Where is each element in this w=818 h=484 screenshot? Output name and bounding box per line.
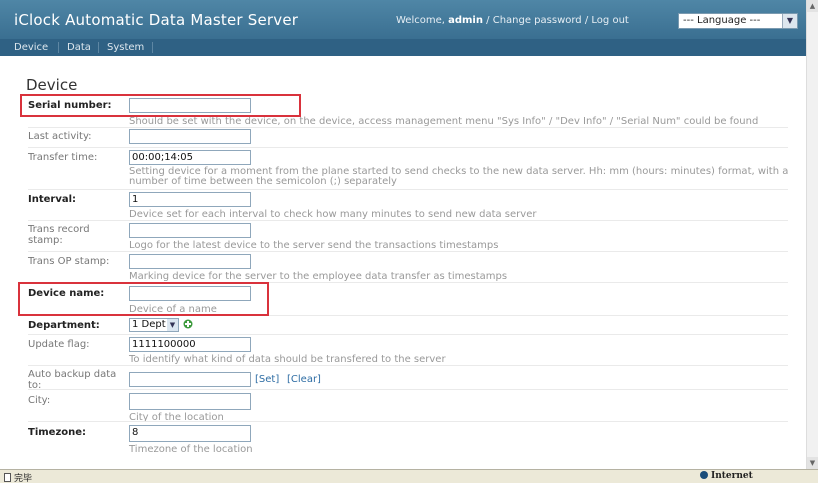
department-select-value: 1 Dept xyxy=(132,319,166,330)
department-label: Department: xyxy=(28,320,100,331)
city-label: City: xyxy=(28,395,51,406)
change-password-link[interactable]: Change password xyxy=(493,15,582,26)
scroll-up-icon[interactable]: ▲ xyxy=(807,0,818,12)
nav-item-system[interactable]: System xyxy=(107,39,144,56)
clear-backup-link[interactable]: [Clear] xyxy=(287,374,321,385)
nav-divider xyxy=(152,42,153,53)
timezone-input[interactable]: 8 xyxy=(129,425,251,442)
row-divider xyxy=(28,251,788,252)
set-backup-link[interactable]: [Set] xyxy=(255,374,279,385)
last-activity-input[interactable] xyxy=(129,129,251,144)
transfer-time-label: Transfer time: xyxy=(28,152,98,163)
trans-record-stamp-label: Trans record stamp: xyxy=(28,224,90,246)
interval-input[interactable]: 1 xyxy=(129,192,251,207)
row-divider xyxy=(28,334,788,335)
row-divider xyxy=(28,127,788,128)
welcome-text: Welcome, xyxy=(396,15,449,26)
transfer-time-input[interactable]: 00:00;14:05 xyxy=(129,150,251,165)
trans-record-stamp-hint: Logo for the latest device to the server… xyxy=(129,240,499,251)
device-name-highlight xyxy=(18,282,269,316)
main-nav: Device Data System xyxy=(0,39,806,56)
add-department-icon[interactable] xyxy=(183,319,193,329)
serial-number-hint: Should be set with the device, on the de… xyxy=(129,116,759,127)
update-flag-label: Update flag: xyxy=(28,339,90,350)
interval-hint: Device set for each interval to check ho… xyxy=(129,209,537,220)
status-zone: Internet xyxy=(700,471,753,481)
serial-number-highlight xyxy=(20,94,301,117)
row-divider xyxy=(28,220,788,221)
trans-op-stamp-input[interactable] xyxy=(129,254,251,269)
nav-item-data[interactable]: Data xyxy=(67,39,91,56)
app-header: iClock Automatic Data Master Server Welc… xyxy=(0,0,806,39)
row-divider xyxy=(28,189,788,190)
last-activity-label: Last activity: xyxy=(28,131,92,142)
vertical-scrollbar[interactable]: ▲ ▼ xyxy=(806,0,818,469)
row-divider xyxy=(28,421,788,422)
chevron-down-icon[interactable]: ▼ xyxy=(782,14,797,28)
auto-backup-input[interactable] xyxy=(129,372,251,387)
nav-divider xyxy=(98,42,99,53)
page-title: Device xyxy=(26,76,78,94)
language-select[interactable]: --- Language --- ▼ xyxy=(678,13,798,29)
row-divider xyxy=(28,389,788,390)
city-input[interactable] xyxy=(129,393,251,410)
timezone-hint: Timezone of the location xyxy=(129,444,253,455)
user-links: Welcome, admin / Change password / Log o… xyxy=(396,15,629,26)
nav-item-device[interactable]: Device xyxy=(14,39,48,56)
browser-status-bar: 完毕 Internet xyxy=(0,469,818,484)
trans-op-stamp-label: Trans OP stamp: xyxy=(28,256,110,267)
chevron-down-icon[interactable]: ▼ xyxy=(167,319,178,331)
browser-page: iClock Automatic Data Master Server Welc… xyxy=(0,0,806,469)
department-select[interactable]: 1 Dept ▼ xyxy=(129,318,179,332)
transfer-time-hint: Setting device for a moment from the pla… xyxy=(129,166,789,187)
username: admin xyxy=(448,15,483,26)
app-title: iClock Automatic Data Master Server xyxy=(14,11,299,29)
trans-op-stamp-hint: Marking device for the server to the emp… xyxy=(129,271,508,282)
trans-record-stamp-input[interactable] xyxy=(129,223,251,238)
row-divider xyxy=(28,147,788,148)
update-flag-input[interactable]: 1111100000 xyxy=(129,337,251,352)
interval-label: Interval: xyxy=(28,194,77,205)
row-divider xyxy=(28,365,788,366)
timezone-label: Timezone: xyxy=(28,427,87,438)
globe-icon xyxy=(700,471,708,479)
language-select-value: --- Language --- xyxy=(683,15,761,26)
scroll-down-icon[interactable]: ▼ xyxy=(807,457,818,469)
page-icon xyxy=(4,473,11,482)
auto-backup-label: Auto backup data to: xyxy=(28,369,117,391)
update-flag-hint: To identify what kind of data should be … xyxy=(129,354,446,365)
logout-link[interactable]: Log out xyxy=(591,15,628,26)
zone-text: Internet xyxy=(711,471,753,481)
nav-divider xyxy=(58,42,59,53)
status-left: 完毕 xyxy=(4,471,32,484)
